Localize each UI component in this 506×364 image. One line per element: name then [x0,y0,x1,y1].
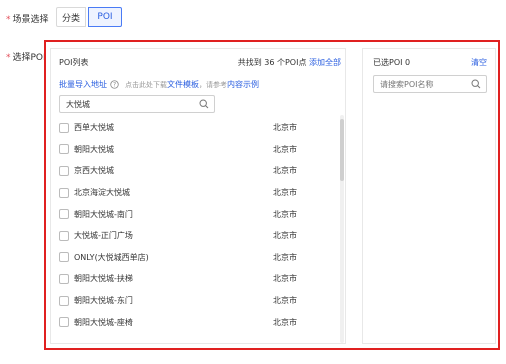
highlight-frame [44,40,500,350]
scene-select-label: * 场景选择 [6,12,49,25]
select-poi-text: 选择POI [12,53,46,63]
scene-select-text: 场景选择 [12,15,49,25]
required-mark: * [6,15,11,25]
select-poi-label: * 选择POI [6,50,46,63]
scene-option-category[interactable]: 分类 [56,7,86,27]
scene-option-poi-label: POI [97,12,113,22]
scene-option-poi[interactable]: POI [88,7,122,27]
scene-option-category-label: 分类 [61,13,80,24]
required-mark: * [6,53,11,63]
